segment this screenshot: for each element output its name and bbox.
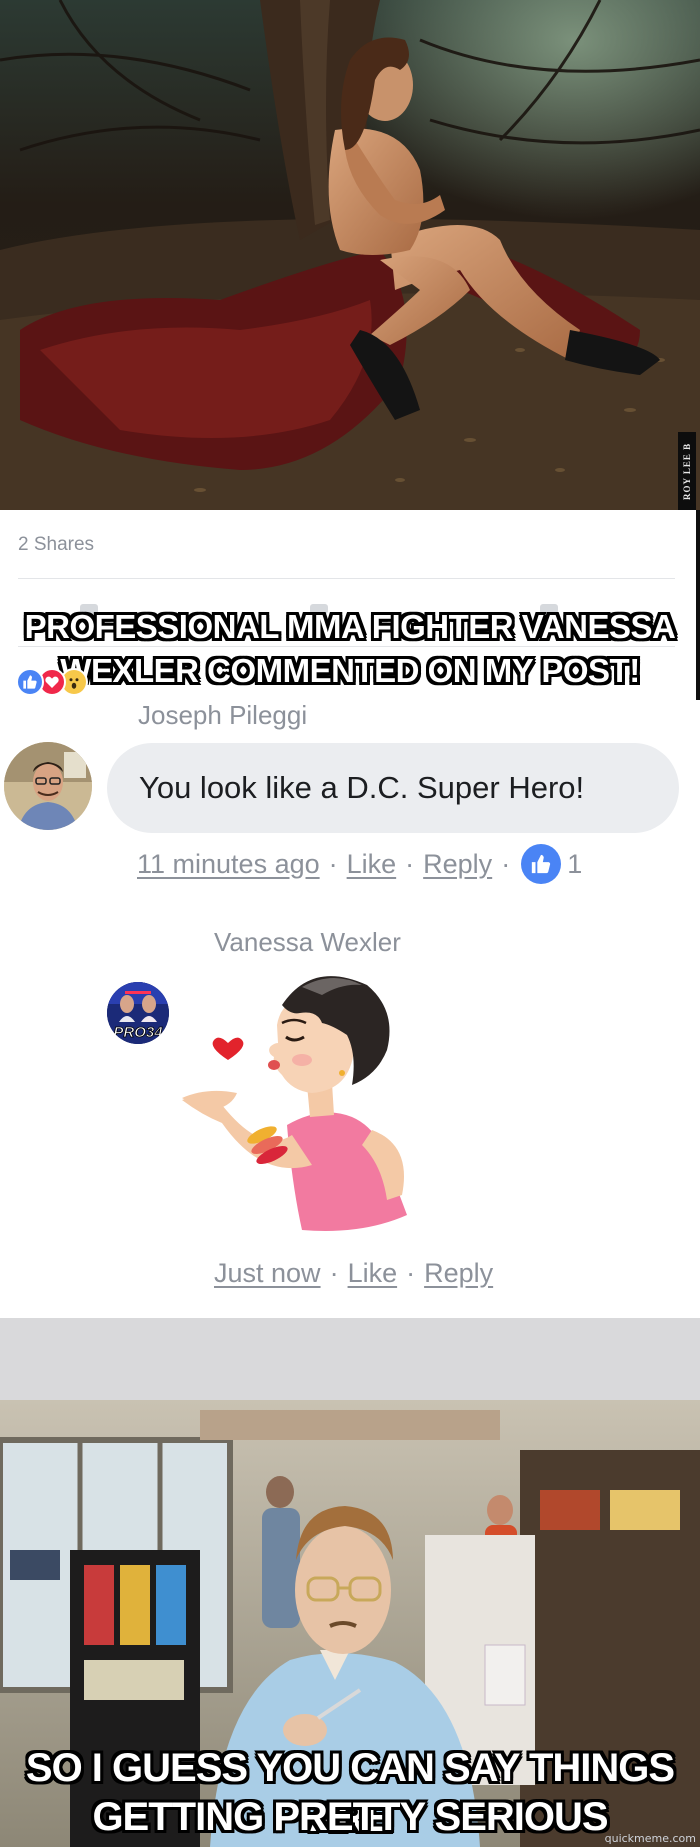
separator-dot: · [405,848,415,879]
top-photo: ROY LEE B [0,0,700,510]
avatar-photo [4,742,92,830]
reply-link[interactable]: Reply [424,1258,493,1289]
comment-author[interactable]: Joseph Pileggi [138,700,307,731]
meme-caption-top-text: PROFESSIONAL MMA FIGHTER VANESSA WEXLER … [24,608,676,689]
avatar-promo-photo: PRO34 [107,982,169,1044]
meme-caption-bottom-line2: GETTING PRETTY SERIOUS [92,1795,608,1839]
reply-timestamp[interactable]: Just now [214,1258,321,1289]
bottom-meme-image: SO I GUESS YOU CAN SAY THINGS ARE GETTIN… [0,1400,700,1847]
comment-text: You look like a D.C. Super Hero! [139,770,585,805]
forest-photo [0,0,700,510]
site-watermark: quickmeme.com [604,1832,696,1845]
separator-dot: · [328,848,338,879]
thumbs-up-icon[interactable] [521,844,562,884]
avatar-text: PRO34 [113,1024,163,1041]
comment-meta: 11 minutes ago · Like · Reply · 1 [137,844,582,884]
like-link[interactable]: Like [347,849,397,880]
meme-caption-top: PROFESSIONAL MMA FIGHTER VANESSA WEXLER … [0,605,700,693]
blowing-kiss-sticker-icon[interactable] [182,965,452,1255]
avatar[interactable]: PRO34 [107,982,169,1044]
separator-dot: · [501,848,511,879]
comment-timestamp[interactable]: 11 minutes ago [137,849,320,880]
shares-count[interactable]: 2 Shares [18,534,94,556]
separator-dot: · [329,1258,339,1288]
photographer-watermark: ROY LEE B [678,432,696,510]
separator-dot: · [406,1258,416,1288]
comment-bubble[interactable]: You look like a D.C. Super Hero! [107,743,679,833]
reply-meta: Just now · Like · Reply [214,1258,493,1289]
facebook-comment-screenshot: 2 Shares PROFESSIONAL MMA FIGHTER VANESS… [0,510,700,1318]
reply-author[interactable]: Vanessa Wexler [214,927,401,958]
avatar[interactable] [4,742,92,830]
panel-separator [0,1318,700,1400]
reply-link[interactable]: Reply [423,849,492,880]
like-count: 1 [567,848,583,879]
divider [18,578,675,579]
like-link[interactable]: Like [348,1258,398,1289]
like-icon [16,668,44,696]
